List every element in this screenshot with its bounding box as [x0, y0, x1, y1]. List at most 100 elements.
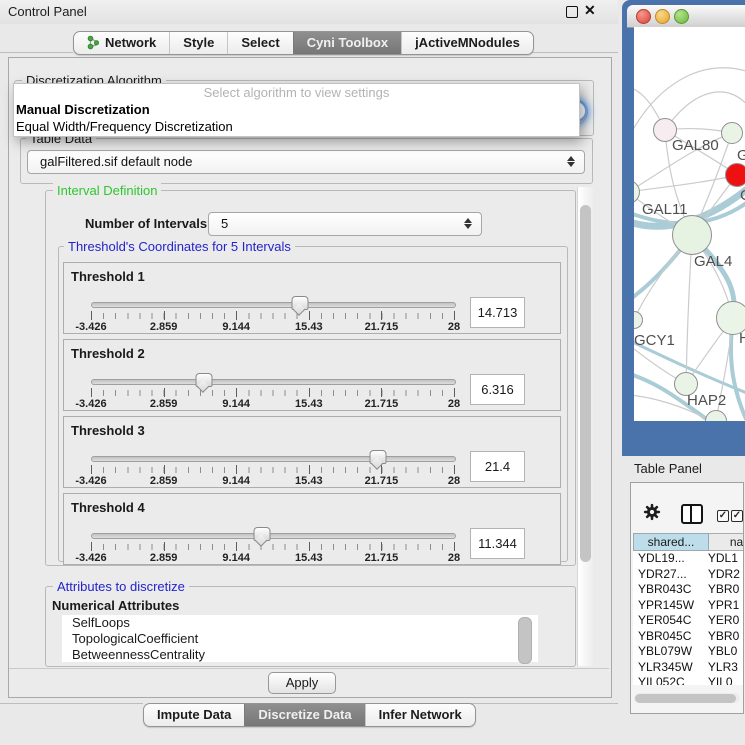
top-tab-label: jActiveMNodules — [415, 35, 520, 50]
attribute-list-item[interactable]: TopologicalCoefficient — [62, 631, 538, 647]
dropdown-item-manual[interactable]: Manual Discretization — [14, 101, 579, 118]
cell-shared-name: YIL052C — [633, 675, 704, 685]
cell-shared-name: YLR345W — [633, 660, 704, 676]
divider — [9, 668, 609, 669]
table-row[interactable]: YLR345W YLR3 — [633, 660, 744, 676]
bottom-tab-bar: Impute Data Discretize Data Infer Networ… — [143, 703, 476, 727]
attribute-list-item[interactable]: SelfLoops — [62, 615, 538, 631]
major-tick — [309, 465, 310, 474]
network-node[interactable] — [721, 122, 743, 144]
cell-name: YBL0 — [704, 644, 744, 660]
table-row[interactable]: YER054C YER0 — [633, 613, 744, 629]
tick-label: 9.144 — [222, 398, 250, 410]
slider-ticks — [91, 313, 454, 319]
slider-track[interactable] — [91, 533, 456, 539]
slider-track[interactable] — [91, 302, 456, 308]
tick-label: 21.715 — [365, 398, 399, 410]
settings-scrollbar-track[interactable] — [577, 187, 594, 666]
tick-label: 28 — [448, 398, 460, 410]
network-node[interactable] — [725, 163, 745, 187]
tick-label: 28 — [448, 552, 460, 564]
top-tab[interactable]: jActiveMNodules — [401, 32, 533, 54]
network-node[interactable] — [672, 215, 712, 255]
top-tab[interactable]: Select — [227, 32, 292, 54]
settings-scrollbar-thumb[interactable] — [580, 205, 591, 562]
control-panel-titlebar: Control Panel ✕ — [0, 0, 618, 24]
tick-label: 2.859 — [150, 475, 178, 487]
table-data-combobox[interactable]: galFiltered.sif default node — [27, 150, 585, 174]
tick-label: 2.859 — [150, 398, 178, 410]
algorithm-dropdown-popup: Select algorithm to view settings Manual… — [13, 83, 580, 137]
threshold-slider[interactable]: -3.426 2.859 9.144 15.43 21.715 28 — [91, 527, 454, 563]
slider-track[interactable] — [91, 379, 456, 385]
table-row[interactable]: YDR27... YDR2 — [633, 567, 744, 583]
major-tick — [381, 465, 382, 474]
float-window-icon[interactable] — [566, 6, 578, 18]
threshold-slider[interactable]: -3.426 2.859 9.144 15.43 21.715 28 — [91, 450, 454, 486]
tick-label: 28 — [448, 321, 460, 333]
major-tick — [381, 388, 382, 397]
threshold-panel: Threshold 2 -3.426 2.859 9.144 15 — [63, 339, 561, 411]
tick-label: -3.426 — [75, 321, 106, 333]
table-row[interactable]: YPR145W YPR1 — [633, 598, 744, 614]
threshold-value-field[interactable]: 21.4 — [470, 451, 525, 482]
table-row[interactable]: YBR045C YBR0 — [633, 629, 744, 645]
table-row[interactable]: YIL052C YIL0 — [633, 675, 744, 685]
slider-ticks — [91, 390, 454, 396]
number-of-intervals-label: Number of Intervals — [85, 216, 207, 231]
close-icon[interactable]: ✕ — [584, 2, 596, 19]
slider-thumb[interactable] — [253, 527, 270, 541]
minimize-traffic-light-icon[interactable] — [655, 9, 670, 24]
threshold-value-field[interactable]: 6.316 — [470, 374, 525, 405]
table-hscrollbar-thumb[interactable] — [635, 694, 736, 703]
tick-label: 2.859 — [150, 321, 178, 333]
threshold-value-field[interactable]: 11.344 — [470, 528, 525, 559]
bottom-tab[interactable]: Infer Network — [365, 704, 475, 726]
major-tick — [381, 542, 382, 551]
threshold-slider[interactable]: -3.426 2.859 9.144 15.43 21.715 28 — [91, 373, 454, 409]
network-node-label: G — [737, 147, 745, 164]
number-of-intervals-combobox[interactable]: 5 — [208, 212, 482, 236]
network-node-label: HAP2 — [687, 392, 726, 409]
split-columns-icon[interactable] — [681, 504, 703, 524]
top-tab[interactable]: Style — [169, 32, 227, 54]
top-tab[interactable]: Network — [74, 32, 169, 54]
major-tick — [164, 388, 165, 397]
checkbox-icon[interactable]: ✓ — [717, 510, 729, 522]
bottom-tab[interactable]: Impute Data — [144, 704, 244, 726]
table-row[interactable]: YDL19... YDL1 — [633, 551, 744, 567]
checkbox-icon[interactable]: ✓ — [731, 510, 743, 522]
attribute-list-item[interactable]: BetweennessCentrality — [62, 647, 538, 662]
threshold-panel: Threshold 3 -3.426 2.859 9.144 15 — [63, 416, 561, 488]
dropdown-hint-item[interactable]: Select algorithm to view settings — [14, 84, 579, 101]
table-hscrollbar-track[interactable] — [634, 693, 740, 703]
slider-tick-labels: -3.426 2.859 9.144 15.43 21.715 28 — [91, 475, 454, 487]
bottom-tab[interactable]: Discretize Data — [244, 704, 364, 726]
cell-name: YLR3 — [704, 660, 744, 676]
cell-shared-name: YPR145W — [633, 598, 704, 614]
threshold-label: Threshold 4 — [71, 500, 145, 515]
gear-icon[interactable] — [643, 503, 661, 521]
slider-thumb[interactable] — [369, 450, 386, 464]
dropdown-item-equal-width[interactable]: Equal Width/Frequency Discretization — [14, 118, 579, 135]
table-row[interactable]: YBR043C YBR0 — [633, 582, 744, 598]
threshold-slider[interactable]: -3.426 2.859 9.144 15.43 21.715 28 — [91, 296, 454, 332]
zoom-traffic-light-icon[interactable] — [674, 9, 689, 24]
threshold-value-field[interactable]: 14.713 — [470, 297, 525, 328]
slider-track[interactable] — [91, 456, 456, 462]
major-tick — [454, 465, 455, 474]
attributes-list-scrollbar[interactable] — [518, 617, 532, 664]
column-header-name[interactable]: na — [709, 533, 744, 551]
close-traffic-light-icon[interactable] — [636, 9, 651, 24]
bottom-tab-label: Discretize Data — [258, 707, 351, 722]
tick-label: 9.144 — [222, 552, 250, 564]
slider-ticks — [91, 467, 454, 473]
slider-thumb[interactable] — [195, 373, 212, 387]
column-header-shared[interactable]: shared... — [633, 533, 709, 551]
apply-button[interactable]: Apply — [268, 672, 336, 694]
top-tab[interactable]: Cyni Toolbox — [293, 32, 401, 54]
table-row[interactable]: YBL079W YBL0 — [633, 644, 744, 660]
slider-thumb[interactable] — [292, 296, 309, 310]
network-canvas[interactable]: GAL80GAL11GAL4GCY1HAP2GCH — [634, 27, 745, 421]
major-tick — [236, 311, 237, 320]
